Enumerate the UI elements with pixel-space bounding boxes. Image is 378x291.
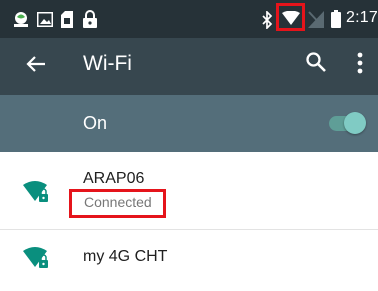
network-item-my-4g-cht[interactable]: my 4G CHT xyxy=(0,230,378,291)
wifi-lock-icon xyxy=(23,181,48,202)
connected-highlight xyxy=(69,189,166,218)
bluetooth-icon xyxy=(262,11,273,29)
sim-icon xyxy=(61,11,73,28)
lock-icon xyxy=(83,10,97,28)
search-icon[interactable] xyxy=(305,51,327,73)
image-icon xyxy=(37,12,53,27)
wifi-master-switch-bar[interactable]: On xyxy=(0,95,378,152)
network-ssid: my 4G CHT xyxy=(83,248,168,265)
battery-icon xyxy=(331,10,341,28)
overflow-menu-icon[interactable] xyxy=(357,52,363,74)
page-title: Wi-Fi xyxy=(83,52,132,75)
notification-icon xyxy=(14,12,28,27)
wifi-status-highlight xyxy=(276,3,305,31)
cell-signal-icon xyxy=(308,11,324,28)
network-item-arap06[interactable]: ARAP06 Connected xyxy=(0,152,378,230)
switch-state-label: On xyxy=(83,113,108,133)
wifi-toggle-thumb[interactable] xyxy=(344,112,366,134)
wifi-lock-icon xyxy=(23,247,48,268)
status-bar: 2:17 xyxy=(0,0,378,38)
clock: 2:17 xyxy=(346,9,378,26)
network-ssid: ARAP06 xyxy=(83,170,145,187)
app-bar: Wi-Fi xyxy=(0,38,378,95)
back-arrow-icon[interactable] xyxy=(26,55,46,73)
